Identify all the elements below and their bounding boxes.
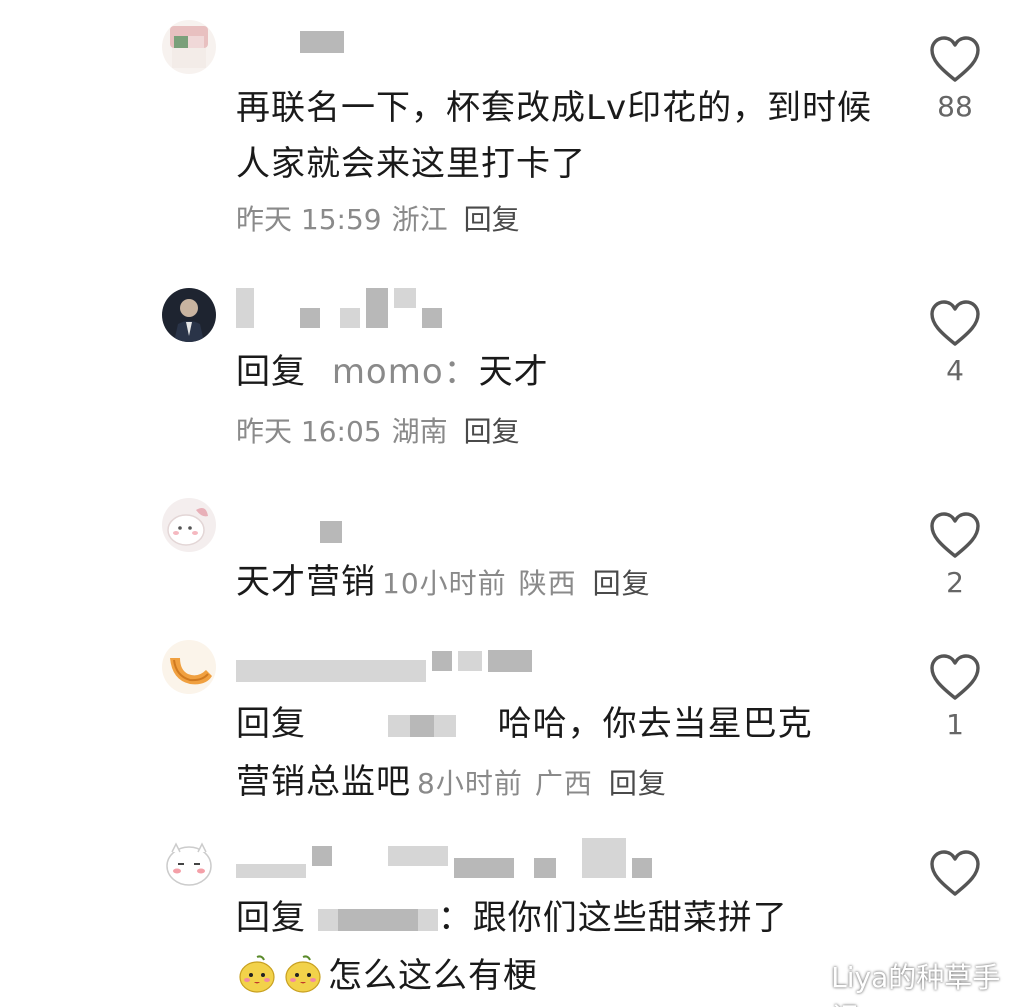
comment-time: 昨天 15:59 [236, 203, 382, 236]
comment-body: 天才营销 [236, 562, 376, 602]
reply-button[interactable]: 回复 [609, 767, 667, 800]
avatar[interactable] [162, 640, 216, 694]
potato-emoji-icon [285, 954, 321, 993]
avatar-image [162, 498, 216, 552]
like-button[interactable]: 88 [926, 34, 984, 123]
like-button[interactable]: 2 [926, 510, 984, 599]
comment-body-line2: 怎么这么有梗 [328, 955, 538, 996]
comment-location: 广西 [534, 766, 593, 800]
weibo-watermark: Liya的种草手记 [790, 956, 1024, 1007]
comment-time: 昨天 16:05 [236, 415, 382, 448]
comment-body-line2: 营销总监吧 [236, 761, 411, 802]
username-blurred[interactable] [236, 650, 532, 682]
comment-location: 浙江 [391, 203, 448, 236]
potato-emoji-icon [239, 954, 275, 993]
watermark-text: Liya的种草手记 [831, 961, 1001, 1007]
comment-list: 再联名一下，杯套改成Lv印花的，到时候人家就会来这里打卡了 昨天 15:59 浙江… [0, 0, 1024, 1007]
comment-meta: 8小时前 广西 回复 [417, 767, 667, 800]
comment-body-line1: 哈哈，你去当星巴克 [497, 704, 813, 744]
like-button[interactable] [926, 848, 984, 898]
username-blurred[interactable] [236, 836, 652, 880]
avatar-image [162, 20, 216, 74]
comment-time: 8小时前 [417, 766, 523, 800]
heart-icon [930, 654, 980, 700]
heart-icon [930, 850, 980, 896]
comment-body-line1: ：跟你们这些甜菜拼了 [437, 898, 788, 938]
avatar[interactable] [162, 20, 216, 74]
reply-keyword: 回复 [236, 898, 306, 938]
reply-target-blurred[interactable] [317, 892, 438, 948]
reply-target-user[interactable]: momo： [332, 352, 479, 392]
comment-text: 再联名一下，杯套改成Lv印花的，到时候人家就会来这里打卡了 [236, 80, 886, 192]
comment-text: 回复 momo：天才 [236, 344, 549, 400]
like-button[interactable]: 1 [926, 652, 984, 741]
comment-time: 10小时前 [382, 567, 507, 600]
heart-icon [930, 300, 980, 346]
comment-location: 湖南 [391, 415, 448, 448]
avatar[interactable] [162, 288, 216, 342]
comment-meta: 昨天 15:59 浙江 回复 [236, 200, 520, 240]
username-blurred[interactable] [236, 518, 342, 546]
avatar-image [162, 288, 216, 342]
like-count: 88 [937, 90, 973, 123]
avatar[interactable] [162, 498, 216, 552]
like-count: 2 [946, 566, 964, 599]
comment-body: 再联名一下，杯套改成Lv印花的，到时候人家就会来这里打卡了 [236, 88, 873, 184]
comment-body: 天才 [478, 352, 549, 392]
reply-button[interactable]: 回复 [464, 415, 520, 448]
comment-text: 回复 哈哈，你去当星巴克 营销总监吧 8小时前 广西 回复 [236, 696, 886, 812]
comment-text: 天才营销 10小时前 陕西 回复 [236, 554, 651, 612]
username-blurred[interactable] [236, 28, 344, 56]
heart-icon [930, 36, 980, 82]
like-count: 4 [946, 354, 964, 387]
avatar-image [162, 640, 216, 694]
comment-meta: 10小时前 陕西 回复 [382, 567, 651, 600]
avatar-image [162, 836, 216, 890]
like-count: 1 [946, 708, 964, 741]
comment-location: 陕西 [518, 567, 577, 600]
reply-keyword: 回复 [236, 352, 306, 392]
reply-target-blurred[interactable] [387, 698, 456, 754]
username-blurred[interactable] [236, 286, 442, 330]
reply-keyword: 回复 [236, 704, 306, 744]
comment-text: 回复 ：跟你们这些甜菜拼了 怎么这么有梗 [236, 890, 886, 1004]
reply-button[interactable]: 回复 [593, 567, 651, 600]
heart-icon [930, 512, 980, 558]
reply-button[interactable]: 回复 [464, 203, 520, 236]
like-button[interactable]: 4 [926, 298, 984, 387]
weibo-logo-icon [790, 984, 825, 1007]
avatar[interactable] [162, 836, 216, 890]
comment-meta: 昨天 16:05 湖南 回复 [236, 412, 520, 452]
